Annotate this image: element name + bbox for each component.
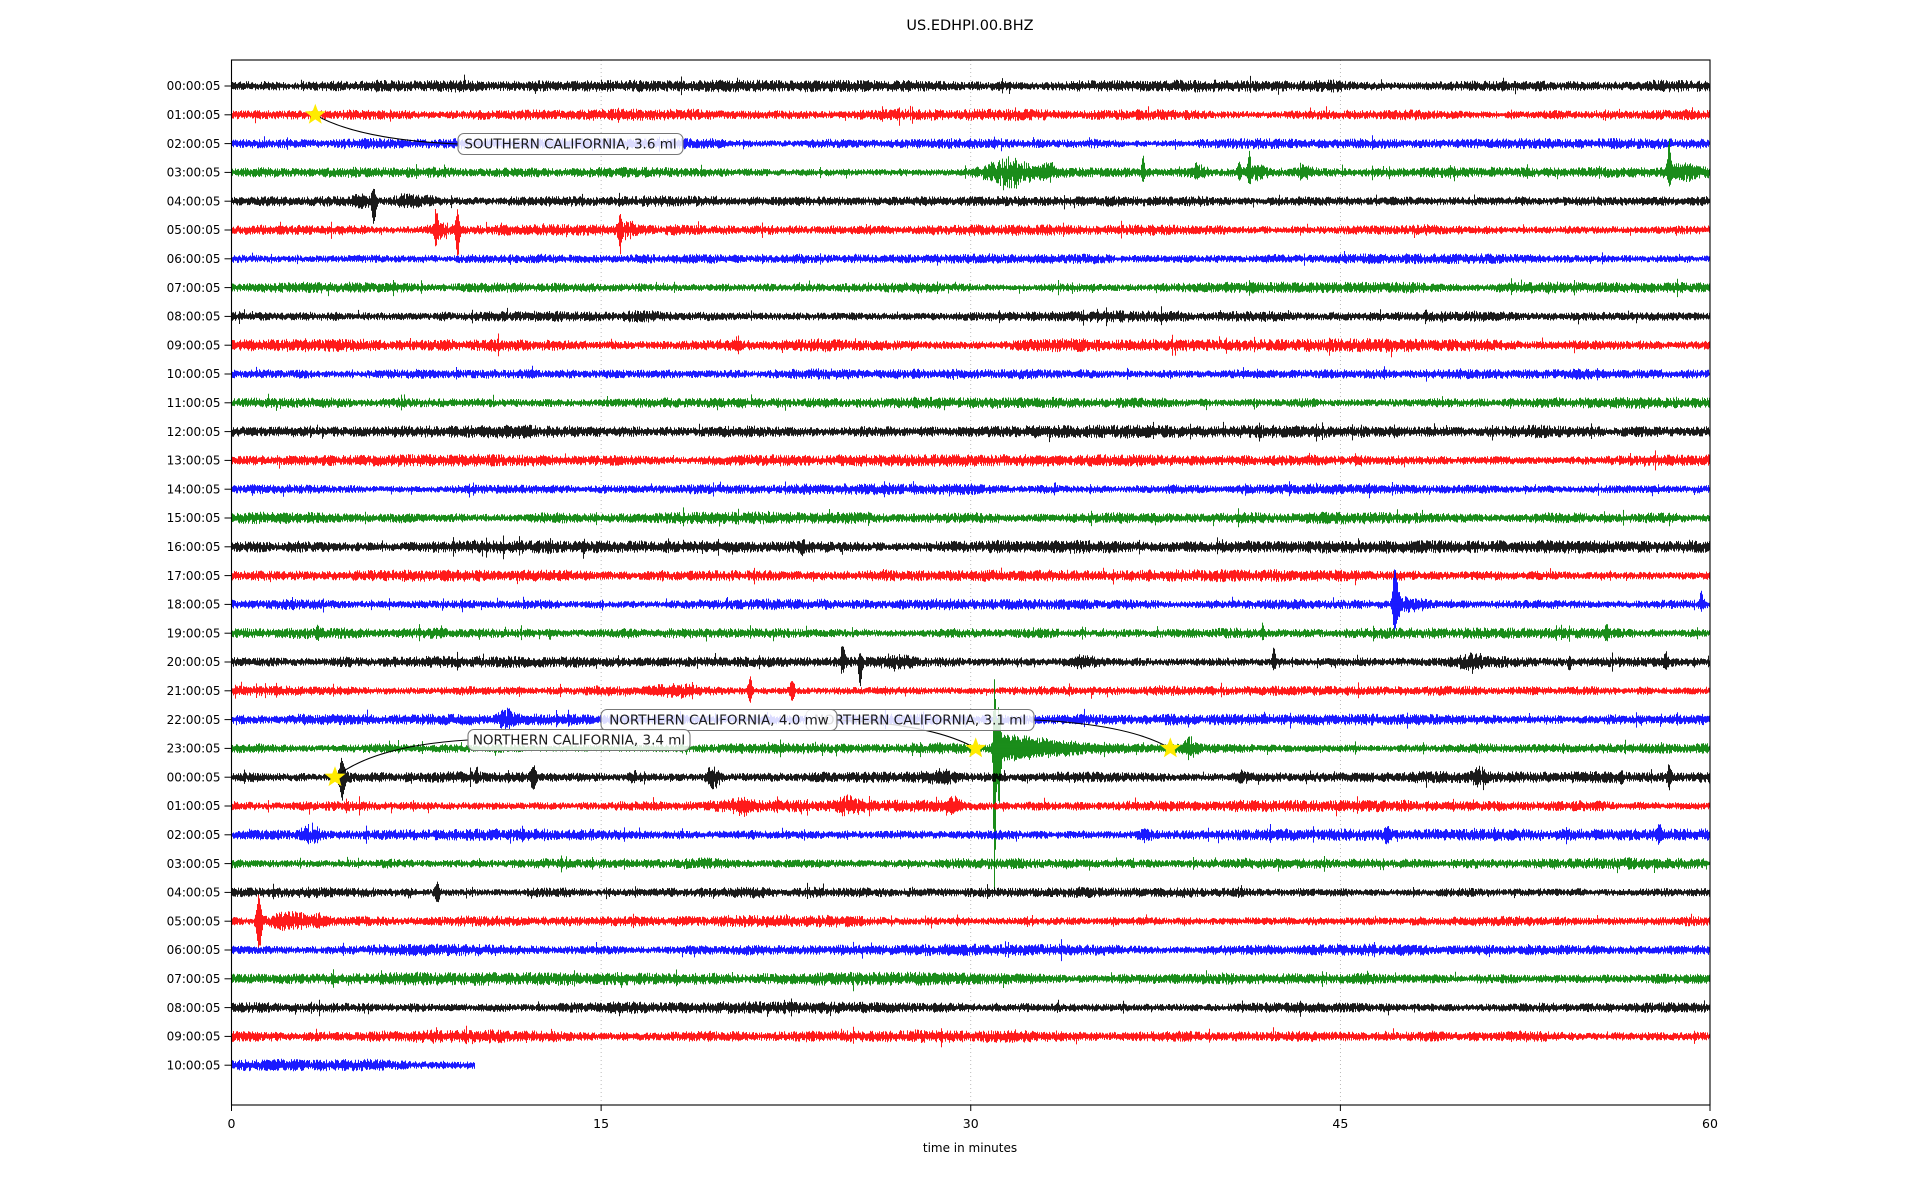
star-layer xyxy=(304,103,1181,787)
seismogram-figure: US.EDHPI.00.BHZ 00:00:05 01:00:05 02:00:05… xyxy=(0,0,1920,1200)
row-label-3: 03:00:05 xyxy=(167,166,221,180)
annotation-text: NORTHERN CALIFORNIA, 3.4 ml xyxy=(473,733,685,749)
row-label-7: 07:00:05 xyxy=(167,281,221,295)
row-label-0: 00:00:05 xyxy=(167,79,221,93)
row-label-9: 09:00:05 xyxy=(167,338,221,352)
row-label-34: 10:00:05 xyxy=(167,1058,221,1072)
trace-row-6 xyxy=(231,251,1710,266)
trace-row-14 xyxy=(231,481,1710,499)
event-star-icon xyxy=(1159,737,1181,758)
row-label-4: 04:00:05 xyxy=(167,194,221,208)
row-label-24: 00:00:05 xyxy=(167,770,221,784)
row-label-30: 06:00:05 xyxy=(167,943,221,957)
x-tick-label: 30 xyxy=(963,1116,979,1131)
row-label-29: 05:00:05 xyxy=(167,914,221,928)
x-tick-label: 45 xyxy=(1332,1116,1348,1131)
event-star-icon xyxy=(304,103,326,124)
row-label-23: 23:00:05 xyxy=(167,742,221,756)
trace-row-17 xyxy=(231,567,1710,586)
trace-row-4 xyxy=(231,188,1710,224)
trace-row-19 xyxy=(231,622,1710,642)
axes-layer: 00:00:05 01:00:05 02:00:05 03:00:05 04:00:05… xyxy=(167,59,1718,1131)
trace-row-25 xyxy=(231,794,1710,817)
x-tick-label: 0 xyxy=(228,1116,236,1131)
row-label-5: 05:00:05 xyxy=(167,223,221,237)
x-tick-label: 60 xyxy=(1702,1116,1718,1131)
row-label-33: 09:00:05 xyxy=(167,1030,221,1044)
row-label-20: 20:00:05 xyxy=(167,655,221,669)
row-label-28: 04:00:05 xyxy=(167,886,221,900)
plot-title: US.EDHPI.00.BHZ xyxy=(906,18,1033,34)
row-label-31: 07:00:05 xyxy=(167,972,221,986)
row-label-17: 17:00:05 xyxy=(167,569,221,583)
row-label-25: 01:00:05 xyxy=(167,799,221,813)
x-axis-label: time in minutes xyxy=(923,1141,1017,1155)
connector-layer xyxy=(315,114,1171,778)
row-label-1: 01:00:05 xyxy=(167,108,221,122)
row-label-18: 18:00:05 xyxy=(167,598,221,612)
row-label-12: 12:00:05 xyxy=(167,425,221,439)
row-label-16: 16:00:05 xyxy=(167,540,221,554)
annotation-text: SOUTHERN CALIFORNIA, 3.6 ml xyxy=(464,137,676,153)
row-label-13: 13:00:05 xyxy=(167,454,221,468)
row-label-26: 02:00:05 xyxy=(167,828,221,842)
row-label-15: 15:00:05 xyxy=(167,511,221,525)
seismogram-plot: US.EDHPI.00.BHZ 00:00:05 01:00:05 02:00:05… xyxy=(167,18,1718,1155)
annotation-text: NORTHERN CALIFORNIA, 3.1 ml xyxy=(814,713,1026,729)
trace-row-34 xyxy=(231,1058,475,1072)
trace-row-32 xyxy=(231,998,1710,1017)
trace-row-8 xyxy=(231,306,1710,327)
row-label-2: 02:00:05 xyxy=(167,137,221,151)
trace-row-13 xyxy=(231,450,1710,471)
trace-row-27 xyxy=(231,855,1710,874)
trace-row-26 xyxy=(231,822,1710,845)
trace-row-29 xyxy=(231,894,1710,948)
row-label-6: 06:00:05 xyxy=(167,252,221,266)
row-label-10: 10:00:05 xyxy=(167,367,221,381)
row-label-21: 21:00:05 xyxy=(167,684,221,698)
row-label-14: 14:00:05 xyxy=(167,482,221,496)
trace-row-9 xyxy=(231,333,1710,358)
row-label-22: 22:00:05 xyxy=(167,713,221,727)
trace-row-16 xyxy=(231,535,1710,560)
row-label-11: 11:00:05 xyxy=(167,396,221,410)
trace-row-7 xyxy=(231,278,1710,298)
row-label-19: 19:00:05 xyxy=(167,626,221,640)
row-label-32: 08:00:05 xyxy=(167,1001,221,1015)
annotation-text: NORTHERN CALIFORNIA, 4.0 mw xyxy=(609,713,829,729)
row-label-8: 08:00:05 xyxy=(167,310,221,324)
trace-row-30 xyxy=(231,939,1710,962)
event-star-icon xyxy=(965,737,987,758)
x-tick-label: 15 xyxy=(593,1116,609,1131)
row-label-27: 03:00:05 xyxy=(167,857,221,871)
